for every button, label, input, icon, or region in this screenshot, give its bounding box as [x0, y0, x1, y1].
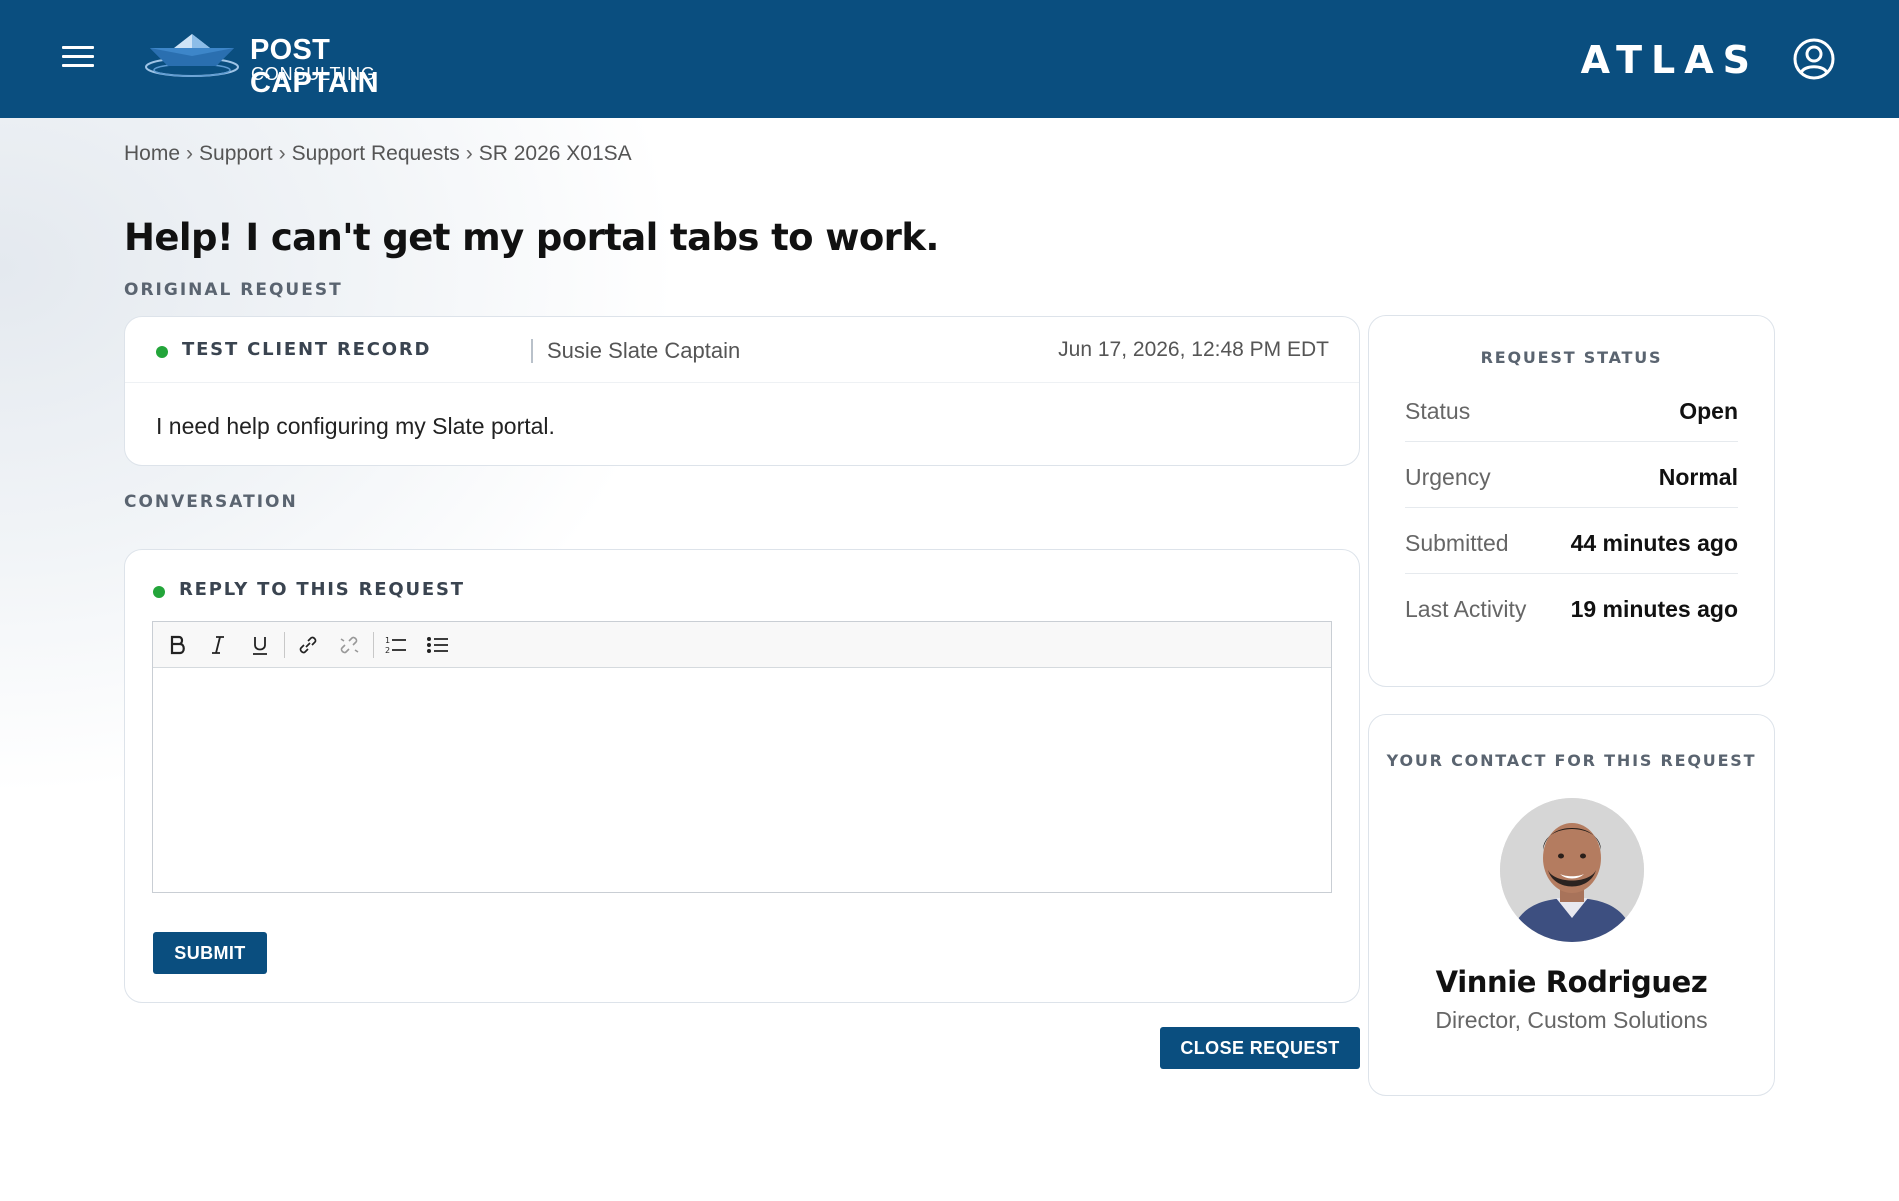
status-value: 19 minutes ago — [1570, 596, 1738, 622]
breadcrumb-home[interactable]: Home — [124, 142, 180, 165]
client-name: Susie Slate Captain — [547, 338, 741, 363]
breadcrumb-separator: › — [186, 142, 194, 165]
status-value: Open — [1679, 398, 1738, 424]
submit-button[interactable]: SUBMIT — [153, 932, 267, 974]
toolbar-separator — [284, 632, 285, 658]
original-request-label: ORIGINAL REQUEST — [124, 280, 343, 300]
link-icon[interactable] — [293, 630, 323, 660]
svg-text:2: 2 — [385, 646, 390, 655]
status-value: 44 minutes ago — [1570, 530, 1738, 556]
italic-icon[interactable] — [203, 630, 233, 660]
status-row-urgency: Urgency Normal — [1405, 442, 1738, 508]
contact-title: Director, Custom Solutions — [1435, 1007, 1708, 1033]
post-captain-logo[interactable]: POST CAPTAIN CONSULTING — [144, 30, 464, 99]
bullet-list-icon[interactable] — [423, 630, 453, 660]
reply-label: REPLY TO THIS REQUEST — [179, 579, 465, 600]
status-key: Urgency — [1405, 464, 1491, 490]
paper-boat-logo-icon — [145, 34, 239, 77]
breadcrumb-support-requests[interactable]: Support Requests — [292, 142, 460, 165]
bold-icon[interactable] — [163, 630, 193, 660]
conversation-label: CONVERSATION — [124, 492, 298, 512]
original-request-card: TEST CLIENT RECORD Susie Slate Captain J… — [124, 316, 1360, 466]
top-header: POST CAPTAIN CONSULTING ATLAS — [0, 0, 1899, 118]
ordered-list-icon[interactable]: 12 — [381, 630, 411, 660]
hamburger-menu-icon[interactable] — [62, 46, 94, 72]
atlas-brand: ATLAS — [1580, 38, 1759, 82]
contact-name: Vinnie Rodriguez — [1435, 965, 1708, 999]
avatar — [1500, 798, 1644, 942]
divider — [531, 339, 533, 363]
page-title: Help! I can't get my portal tabs to work… — [124, 216, 939, 259]
unlink-icon[interactable] — [334, 630, 364, 660]
breadcrumb-support[interactable]: Support — [199, 142, 273, 165]
contact-card: YOUR CONTACT FOR THIS REQUEST Vinnie Rod… — [1368, 714, 1775, 1096]
reply-textarea[interactable] — [153, 668, 1331, 892]
breadcrumb-separator: › — [465, 142, 473, 165]
status-key: Last Activity — [1405, 596, 1527, 622]
request-status-card: REQUEST STATUS Status Open Urgency Norma… — [1368, 315, 1775, 687]
breadcrumb: Home › Support › Support Requests › SR 2026 X0… — [124, 142, 632, 166]
svg-text:1: 1 — [385, 636, 390, 645]
reply-card: REPLY TO THIS REQUEST 1 2 SUBMIT — [124, 549, 1360, 1003]
status-dot-icon — [153, 586, 165, 598]
logo-text-secondary: CONSULTING — [251, 64, 376, 84]
status-key: Submitted — [1405, 530, 1509, 556]
rich-text-editor: 12 — [152, 621, 1332, 893]
status-row-last-activity: Last Activity 19 minutes ago — [1405, 574, 1738, 640]
underline-icon[interactable] — [245, 630, 275, 660]
status-key: Status — [1405, 398, 1471, 424]
contact-heading: YOUR CONTACT FOR THIS REQUEST — [1386, 751, 1757, 770]
request-timestamp: Jun 17, 2026, 12:48 PM EDT — [1058, 338, 1329, 361]
status-dot-icon — [156, 346, 168, 358]
toolbar-separator — [373, 632, 374, 658]
breadcrumb-current: SR 2026 X01SA — [478, 142, 632, 165]
user-account-icon[interactable] — [1793, 38, 1835, 80]
client-record-label: TEST CLIENT RECORD — [182, 339, 432, 360]
original-request-body: I need help configuring my Slate portal. — [156, 413, 555, 439]
status-row-submitted: Submitted 44 minutes ago — [1405, 508, 1738, 574]
request-status-heading: REQUEST STATUS — [1480, 348, 1663, 367]
main-content: Home › Support › Support Requests › SR 2026 X0… — [0, 118, 1899, 1201]
status-row-status: Status Open — [1405, 376, 1738, 442]
original-request-header: TEST CLIENT RECORD Susie Slate Captain J… — [125, 317, 1359, 383]
editor-toolbar: 12 — [153, 622, 1331, 668]
status-value: Normal — [1658, 464, 1738, 490]
breadcrumb-separator: › — [278, 142, 286, 165]
close-request-button[interactable]: CLOSE REQUEST — [1160, 1027, 1360, 1069]
